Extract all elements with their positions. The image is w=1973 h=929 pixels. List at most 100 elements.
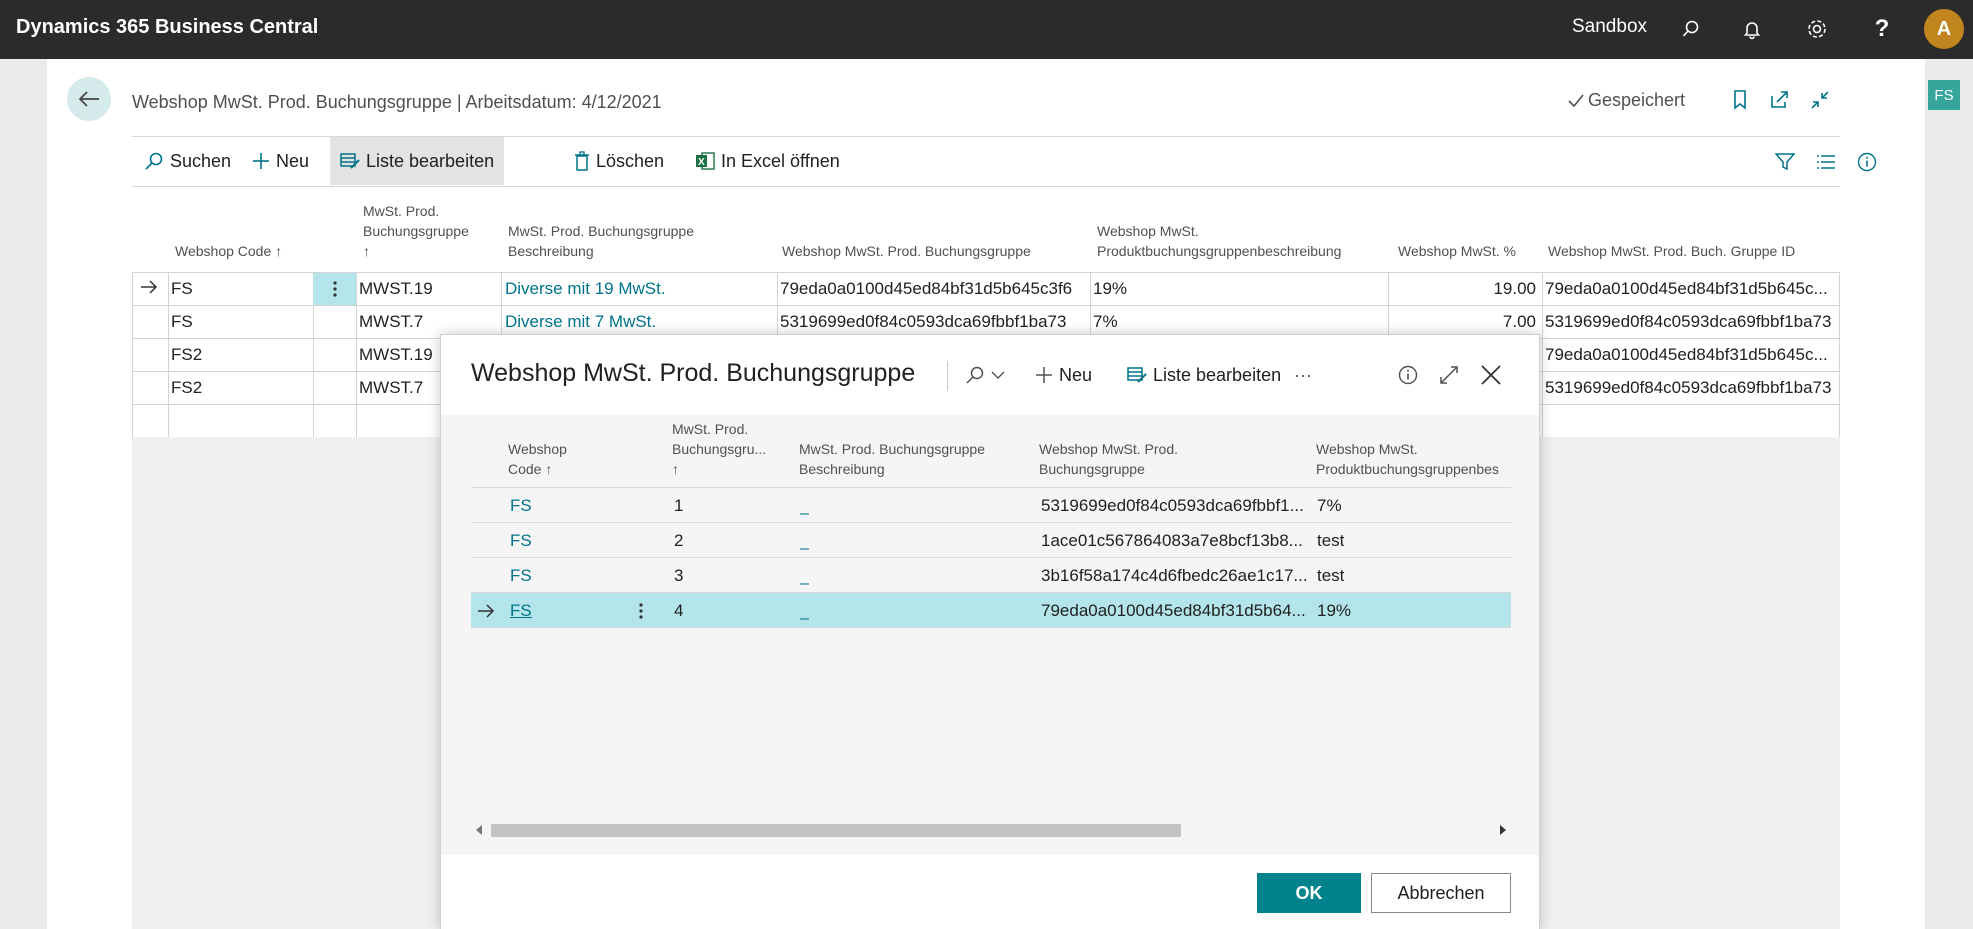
cell-webshop-percent[interactable]: 19.00	[1391, 273, 1536, 305]
scroll-right-icon[interactable]	[1499, 825, 1507, 835]
cell-webshop-id[interactable]: 5319699ed0f84c0593dca69fbbf1ba73	[1545, 372, 1837, 404]
share-icon[interactable]	[1766, 87, 1792, 113]
back-button[interactable]	[67, 77, 111, 121]
cell-webshop-id[interactable]: 79eda0a0100d45ed84bf31d5b645c...	[1545, 273, 1837, 305]
cell-webshop-description[interactable]: test	[1317, 558, 1344, 593]
app-title[interactable]: Dynamics 365 Business Central	[16, 16, 318, 39]
col-header-webshop-group[interactable]: Webshop MwSt. Prod. Buchungsgruppe	[782, 241, 1031, 261]
cell-description[interactable]: _	[800, 558, 809, 593]
cell-webshop-description[interactable]: 19%	[1093, 273, 1127, 305]
dialog-new-button[interactable]: Neu	[1035, 357, 1092, 393]
gear-icon[interactable]	[1802, 14, 1832, 44]
cell-description[interactable]: Diverse mit 19 MwSt.	[505, 273, 666, 305]
table-row[interactable]: FS 3 _ 3b16f58a174c4d6fbedc26ae1c17... t…	[471, 558, 1511, 593]
environment-name[interactable]: Sandbox	[1572, 16, 1647, 38]
cell-description[interactable]: _	[800, 523, 809, 558]
cell-code[interactable]: FS	[510, 593, 532, 628]
cell-code[interactable]: FS	[510, 488, 532, 523]
dialog-edit-list-button[interactable]: Liste bearbeiten	[1127, 357, 1281, 393]
cell-code[interactable]: FS2	[171, 372, 202, 404]
cell-prod-group[interactable]: 4	[674, 593, 683, 628]
col-header-webshop-percent[interactable]: Webshop MwSt. %	[1398, 241, 1516, 261]
col-header-webshop-group[interactable]: Webshop MwSt. Prod. Buchungsgruppe	[1039, 439, 1178, 479]
bell-icon[interactable]	[1737, 14, 1767, 44]
excel-label: In Excel öffnen	[721, 150, 840, 171]
info-icon[interactable]	[1854, 149, 1880, 175]
dialog-body: Webshop Code ↑ MwSt. Prod. Buchungsgru..…	[441, 415, 1539, 855]
scroll-left-icon[interactable]	[475, 825, 483, 835]
cell-webshop-description[interactable]: 7%	[1317, 488, 1342, 523]
col-header-prod-group[interactable]: MwSt. Prod. Buchungsgruppe ↑	[363, 201, 469, 261]
cancel-button[interactable]: Abbrechen	[1371, 873, 1511, 913]
cell-prod-group[interactable]: 1	[674, 488, 683, 523]
cell-webshop-group[interactable]: 79eda0a0100d45ed84bf31d5b645c3f6	[780, 273, 1088, 305]
cell-prod-group[interactable]: 3	[674, 558, 683, 593]
plus-icon	[253, 153, 269, 169]
table-row[interactable]: FS 1 _ 5319699ed0f84c0593dca69fbbf1... 7…	[471, 488, 1511, 523]
col-header-webshop-code[interactable]: Webshop Code ↑	[508, 439, 567, 479]
cell-prod-group[interactable]: 2	[674, 523, 683, 558]
horizontal-scrollbar[interactable]	[471, 821, 1511, 839]
cell-description[interactable]: _	[800, 593, 809, 628]
page-title: Webshop MwSt. Prod. Buchungsgruppe | Arb…	[132, 92, 662, 112]
dialog-grid: Webshop Code ↑ MwSt. Prod. Buchungsgru..…	[471, 415, 1511, 803]
cell-webshop-group[interactable]: 5319699ed0f84c0593dca69fbbf1...	[1041, 488, 1307, 523]
grid-line	[132, 272, 133, 437]
cell-webshop-description[interactable]: 19%	[1317, 593, 1351, 628]
col-header-description[interactable]: MwSt. Prod. Buchungsgruppe Beschreibung	[799, 439, 985, 479]
delete-button[interactable]: Löschen	[564, 137, 674, 185]
expand-icon[interactable]	[1435, 361, 1463, 389]
search-icon	[145, 152, 163, 170]
dialog-search-button[interactable]	[965, 357, 1005, 393]
cell-code[interactable]: FS2	[171, 339, 202, 371]
scrollbar-thumb[interactable]	[491, 824, 1181, 837]
cell-code[interactable]: FS	[510, 523, 532, 558]
edit-list-button[interactable]: Liste bearbeiten	[330, 137, 505, 185]
cell-prod-group[interactable]: MWST.7	[359, 306, 423, 338]
new-button[interactable]: Neu	[242, 137, 319, 185]
ok-button[interactable]: OK	[1257, 873, 1361, 913]
cell-code[interactable]: FS	[510, 558, 532, 593]
cell-code[interactable]: FS	[171, 273, 193, 305]
cell-prod-group[interactable]: MWST.7	[359, 372, 423, 404]
col-header-prod-group[interactable]: MwSt. Prod. Buchungsgru... ↑	[672, 419, 766, 479]
bookmark-icon[interactable]	[1727, 87, 1753, 113]
checkmark-icon	[1568, 93, 1584, 107]
filter-icon[interactable]	[1772, 149, 1798, 175]
cell-webshop-group[interactable]: 3b16f58a174c4d6fbedc26ae1c17...	[1041, 558, 1307, 593]
current-row-arrow-icon	[140, 273, 164, 305]
col-header-webshop-id[interactable]: Webshop MwSt. Prod. Buch. Gruppe ID	[1548, 241, 1795, 261]
side-badge[interactable]: FS	[1928, 80, 1960, 110]
col-header-line: Produktbuchungsgruppenbes	[1316, 461, 1499, 477]
list-view-icon[interactable]	[1813, 149, 1839, 175]
row-menu-icon[interactable]	[639, 593, 643, 628]
cell-webshop-description[interactable]: test	[1317, 523, 1344, 558]
search-button[interactable]: Suchen	[134, 137, 241, 185]
cell-webshop-group[interactable]: 1ace01c567864083a7e8bcf13b8...	[1041, 523, 1307, 558]
col-header-line: Webshop MwSt.	[1097, 223, 1199, 239]
collapse-icon[interactable]	[1807, 87, 1833, 113]
table-row-selected[interactable]: FS 4 _ 79eda0a0100d45ed84bf31d5b64... 19…	[471, 593, 1511, 628]
delete-label: Löschen	[596, 150, 665, 171]
row-menu-icon[interactable]	[313, 273, 356, 305]
cell-code[interactable]: FS	[171, 306, 193, 338]
cell-prod-group[interactable]: MWST.19	[359, 339, 433, 371]
table-row[interactable]: FS 2 _ 1ace01c567864083a7e8bcf13b8... te…	[471, 523, 1511, 558]
cell-webshop-group[interactable]: 79eda0a0100d45ed84bf31d5b64...	[1041, 593, 1307, 628]
cell-webshop-id[interactable]: 79eda0a0100d45ed84bf31d5b645c...	[1545, 339, 1837, 371]
info-icon[interactable]	[1394, 361, 1422, 389]
col-header-description[interactable]: MwSt. Prod. Buchungsgruppe Beschreibung	[508, 221, 694, 261]
cell-prod-group[interactable]: MWST.19	[359, 273, 433, 305]
search-icon[interactable]	[1676, 14, 1706, 44]
close-icon[interactable]	[1477, 361, 1505, 389]
cell-description[interactable]: _	[800, 488, 809, 523]
cell-webshop-id[interactable]: 5319699ed0f84c0593dca69fbbf1ba73	[1545, 306, 1837, 338]
more-actions-button[interactable]: ···	[1294, 357, 1312, 393]
help-icon[interactable]: ?	[1867, 14, 1897, 44]
col-header-webshop-description[interactable]: Webshop MwSt. Produktbuchungsgruppenbesc…	[1097, 221, 1341, 261]
dialog-footer: OK Abbrechen	[441, 855, 1539, 929]
open-in-excel-button[interactable]: X In Excel öffnen	[685, 137, 850, 185]
col-header-webshop-description[interactable]: Webshop MwSt. Produktbuchungsgruppenbes	[1316, 439, 1511, 479]
avatar[interactable]: A	[1924, 9, 1964, 49]
col-header-webshop-code[interactable]: Webshop Code ↑	[175, 241, 282, 261]
